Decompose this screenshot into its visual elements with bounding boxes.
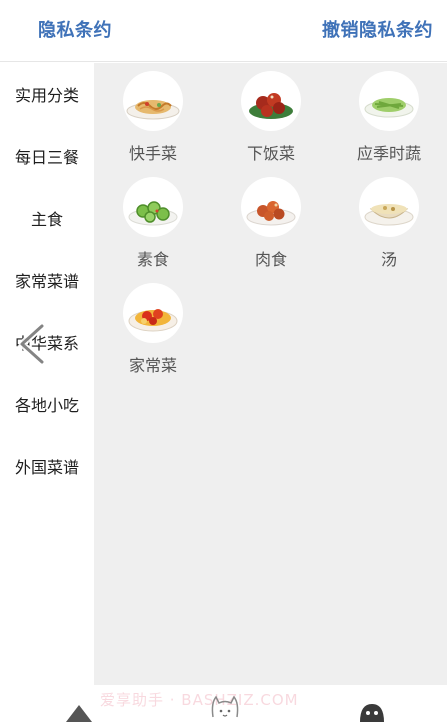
back-chevron-icon[interactable] xyxy=(12,322,52,366)
fried-meat-dish-icon xyxy=(241,177,301,237)
sidebar-item-local-snacks[interactable]: 各地小吃 xyxy=(0,373,94,435)
sidebar-item-practical[interactable]: 实用分类 xyxy=(0,63,94,125)
category-label: 肉食 xyxy=(254,250,287,269)
cucumber-dish-icon xyxy=(123,177,183,237)
top-bar: 隐私条约 撤销隐私条约 xyxy=(0,0,447,62)
category-seasonal-veg[interactable]: 应季时蔬 xyxy=(330,71,447,177)
sidebar-item-label: 外国菜谱 xyxy=(14,458,79,477)
braised-pork-dish-icon xyxy=(241,71,301,131)
soup-bowl-icon xyxy=(359,177,419,237)
cat-face-nav-icon[interactable] xyxy=(209,693,241,722)
bottom-nav-bar: 爱享助手 · BASHZIZ.COM xyxy=(0,685,447,722)
revoke-privacy-link[interactable]: 撤销隐私条约 xyxy=(322,16,433,42)
category-label: 家常菜 xyxy=(128,356,177,375)
sidebar-item-label: 主食 xyxy=(30,210,63,229)
sidebar-item-home-recipes[interactable]: 家常菜谱 xyxy=(0,249,94,311)
category-label: 汤 xyxy=(380,250,397,269)
sidebar-item-label: 各地小吃 xyxy=(14,396,79,415)
sidebar-item-label: 家常菜谱 xyxy=(14,272,79,291)
category-grid-area: 快手菜 下饭菜 应季时蔬 素食 肉食 汤 家常菜 xyxy=(94,63,447,685)
category-vegetarian[interactable]: 素食 xyxy=(94,177,212,283)
sidebar-item-foreign-recipes[interactable]: 外国菜谱 xyxy=(0,435,94,497)
category-label: 应季时蔬 xyxy=(356,144,421,163)
category-label: 素食 xyxy=(136,250,169,269)
green-vegetable-dish-icon xyxy=(359,71,419,131)
sidebar-item-daily-meals[interactable]: 每日三餐 xyxy=(0,125,94,187)
category-rice-dishes[interactable]: 下饭菜 xyxy=(212,71,330,177)
noodle-dish-icon xyxy=(123,71,183,131)
sidebar-item-staples[interactable]: 主食 xyxy=(0,187,94,249)
home-nav-icon[interactable] xyxy=(66,705,92,722)
category-meat[interactable]: 肉食 xyxy=(212,177,330,283)
sidebar-item-label: 每日三餐 xyxy=(14,148,79,167)
category-label: 快手菜 xyxy=(128,144,177,163)
watermark-text: 爱享助手 · BASHZIZ.COM xyxy=(100,691,299,709)
category-sidebar: 实用分类 每日三餐 主食 家常菜谱 中华菜系 各地小吃 外国菜谱 xyxy=(0,63,94,685)
category-home-style[interactable]: 家常菜 xyxy=(94,283,212,389)
category-label: 下饭菜 xyxy=(246,144,295,163)
category-soup[interactable]: 汤 xyxy=(330,177,447,283)
tomato-egg-dish-icon xyxy=(123,283,183,343)
category-quick-dishes[interactable]: 快手菜 xyxy=(94,71,212,177)
privacy-policy-link[interactable]: 隐私条约 xyxy=(38,16,112,42)
sidebar-item-label: 实用分类 xyxy=(14,86,79,105)
profile-nav-icon[interactable] xyxy=(359,703,385,722)
